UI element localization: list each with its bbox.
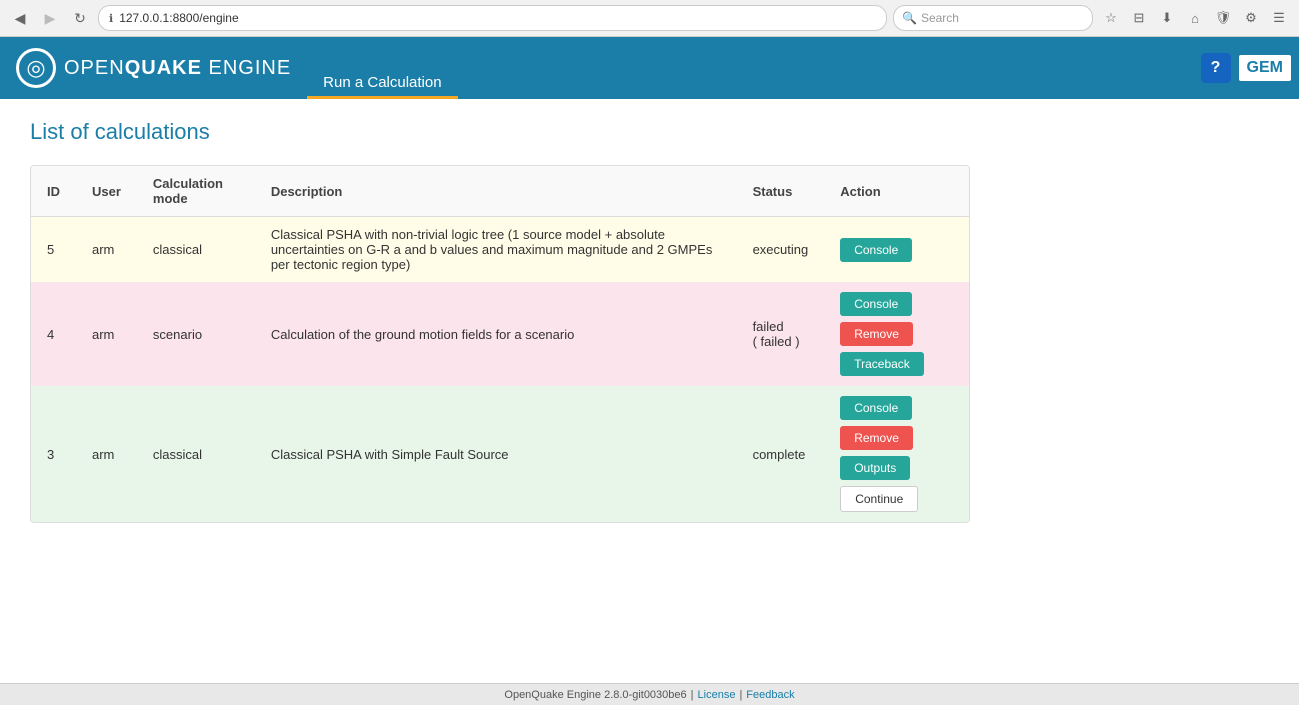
cell-user: arm bbox=[76, 386, 137, 522]
col-user: User bbox=[76, 166, 137, 217]
help-button[interactable]: ? bbox=[1201, 53, 1231, 83]
cell-id: 5 bbox=[31, 217, 76, 283]
cell-status: executing bbox=[737, 217, 825, 283]
footer-separator1: | bbox=[691, 689, 694, 701]
header-right: ? GEM bbox=[1201, 37, 1299, 99]
browser-chrome: ◀ ▶ ↻ ℹ 🔍 Search ☆ ⊟ ⬇ ⌂ 🛡 ⚙ ☰ bbox=[0, 0, 1299, 37]
cell-description: Calculation of the ground motion fields … bbox=[255, 282, 737, 386]
back-button[interactable]: ◀ bbox=[8, 6, 32, 30]
download-button[interactable]: ⬇ bbox=[1155, 6, 1179, 30]
calculations-table-container: ID User Calculation mode Description Sta… bbox=[30, 165, 970, 523]
refresh-button[interactable]: ↻ bbox=[68, 6, 92, 30]
console-button[interactable]: Console bbox=[840, 238, 912, 262]
col-action: Action bbox=[824, 166, 969, 217]
nav-tab-run-calculation[interactable]: Run a Calculation bbox=[307, 37, 457, 99]
console-button[interactable]: Console bbox=[840, 396, 912, 420]
license-link[interactable]: License bbox=[698, 689, 736, 701]
bookmarks-button[interactable]: ⊟ bbox=[1127, 6, 1151, 30]
continue-button[interactable]: Continue bbox=[840, 486, 918, 512]
footer: OpenQuake Engine 2.8.0-git0030be6 | Lice… bbox=[0, 683, 1299, 705]
cell-status: failed ( failed ) bbox=[737, 282, 825, 386]
status-failed: failed bbox=[753, 319, 809, 334]
forward-button[interactable]: ▶ bbox=[38, 6, 62, 30]
cell-description: Classical PSHA with non-trivial logic tr… bbox=[255, 217, 737, 283]
action-group: Console Remove bbox=[840, 396, 953, 450]
main-content: List of calculations ID User Calculation… bbox=[0, 99, 1299, 543]
table-header-row: ID User Calculation mode Description Sta… bbox=[31, 166, 969, 217]
logo-icon: ◎ bbox=[16, 48, 56, 88]
action-group-row2: Traceback bbox=[840, 352, 953, 376]
cell-mode: classical bbox=[137, 386, 255, 522]
cell-action: Console Remove Traceback bbox=[824, 282, 969, 386]
table-row: 3 arm classical Classical PSHA with Simp… bbox=[31, 386, 969, 522]
table-row: 5 arm classical Classical PSHA with non-… bbox=[31, 217, 969, 283]
cell-user: arm bbox=[76, 217, 137, 283]
cell-status: complete bbox=[737, 386, 825, 522]
gem-logo: GEM bbox=[1239, 55, 1291, 81]
cell-description: Classical PSHA with Simple Fault Source bbox=[255, 386, 737, 522]
col-description: Description bbox=[255, 166, 737, 217]
feedback-link[interactable]: Feedback bbox=[746, 689, 794, 701]
app-logo: ◎ OPENQUAKE ENGINE bbox=[0, 37, 307, 99]
cell-mode: classical bbox=[137, 217, 255, 283]
address-bar: ℹ bbox=[98, 5, 887, 31]
logo-engine: ENGINE bbox=[202, 57, 291, 79]
extensions-button[interactable]: ⚙ bbox=[1239, 6, 1263, 30]
cell-action: Console Remove Outputs Continue bbox=[824, 386, 969, 522]
logo-open: OPEN bbox=[64, 57, 125, 79]
action-group: Console bbox=[840, 238, 953, 262]
action-group-row2: Outputs Continue bbox=[840, 456, 953, 512]
cell-id: 3 bbox=[31, 386, 76, 522]
col-status: Status bbox=[737, 166, 825, 217]
remove-button[interactable]: Remove bbox=[840, 322, 913, 346]
browser-toolbar: ◀ ▶ ↻ ℹ 🔍 Search ☆ ⊟ ⬇ ⌂ 🛡 ⚙ ☰ bbox=[0, 0, 1299, 36]
logo-quake: QUAKE bbox=[125, 57, 202, 79]
cell-user: arm bbox=[76, 282, 137, 386]
lock-icon: ℹ bbox=[109, 12, 113, 25]
cell-action: Console bbox=[824, 217, 969, 283]
menu-button[interactable]: ☰ bbox=[1267, 6, 1291, 30]
search-bar[interactable]: 🔍 Search bbox=[893, 5, 1093, 31]
outputs-button[interactable]: Outputs bbox=[840, 456, 910, 480]
col-mode: Calculation mode bbox=[137, 166, 255, 217]
shield-button[interactable]: 🛡 bbox=[1211, 6, 1235, 30]
remove-button[interactable]: Remove bbox=[840, 426, 913, 450]
page-title: List of calculations bbox=[30, 119, 1269, 145]
browser-icons: ☆ ⊟ ⬇ ⌂ 🛡 ⚙ ☰ bbox=[1099, 6, 1291, 30]
home-button[interactable]: ⌂ bbox=[1183, 6, 1207, 30]
table-row: 4 arm scenario Calculation of the ground… bbox=[31, 282, 969, 386]
traceback-button[interactable]: Traceback bbox=[840, 352, 924, 376]
footer-separator2: | bbox=[739, 689, 742, 701]
calculations-table: ID User Calculation mode Description Sta… bbox=[31, 166, 969, 522]
search-icon: 🔍 bbox=[902, 11, 917, 25]
footer-text: OpenQuake Engine 2.8.0-git0030be6 bbox=[504, 689, 686, 701]
cell-mode: scenario bbox=[137, 282, 255, 386]
nav-tab-label: Run a Calculation bbox=[323, 74, 441, 91]
address-input[interactable] bbox=[119, 11, 876, 25]
logo-text: OPENQUAKE ENGINE bbox=[64, 57, 291, 80]
col-id: ID bbox=[31, 166, 76, 217]
cell-id: 4 bbox=[31, 282, 76, 386]
app-header: ◎ OPENQUAKE ENGINE Run a Calculation ? G… bbox=[0, 37, 1299, 99]
console-button[interactable]: Console bbox=[840, 292, 912, 316]
status-failed-detail: ( failed ) bbox=[753, 334, 809, 349]
star-button[interactable]: ☆ bbox=[1099, 6, 1123, 30]
search-placeholder: Search bbox=[921, 11, 959, 25]
action-group: Console Remove bbox=[840, 292, 953, 346]
